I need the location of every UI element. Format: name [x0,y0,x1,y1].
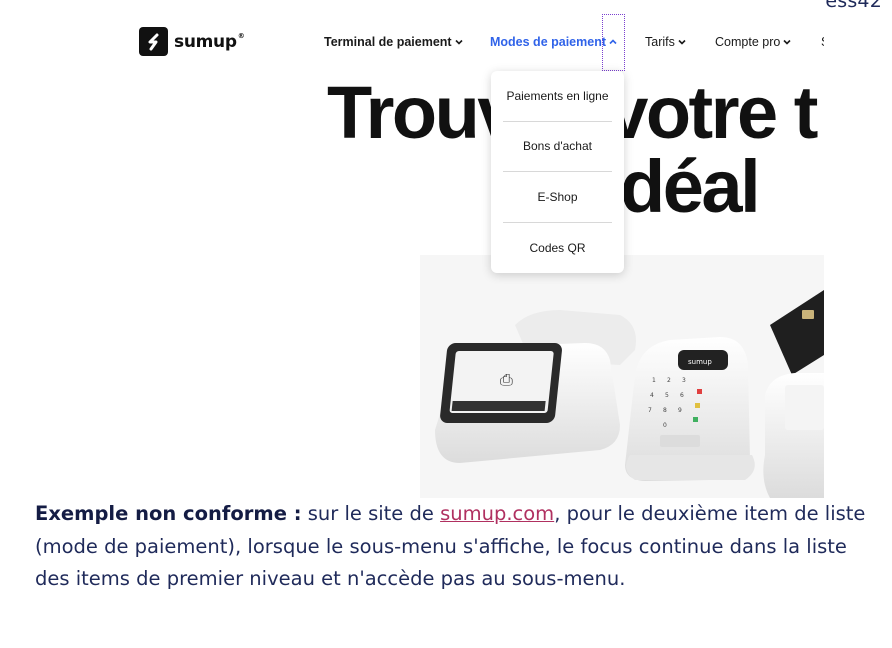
hero-title-line-2: idéal [602,145,761,228]
nav-label: S [821,35,824,49]
chevron-down-icon [455,39,463,45]
svg-text:2: 2 [667,377,671,384]
caption-text-before-link: sur le site de [301,502,441,525]
svg-text:7: 7 [648,407,652,414]
example-caption: Exemple non conforme : sur le site de su… [35,498,880,596]
submenu-item-e-shop[interactable]: E-Shop [503,172,612,223]
svg-text:0: 0 [663,422,667,429]
submenu-item-paiements-en-ligne[interactable]: Paiements en ligne [503,71,612,122]
svg-text:8: 8 [663,407,667,414]
sumup-logo-icon [139,27,168,56]
product-image: ⎙ sumup 1 2 3 4 5 6 7 8 9 0 [420,255,824,498]
keyboard-focus-indicator [602,14,625,71]
nav-label: Terminal de paiement [324,35,452,49]
svg-text:4: 4 [650,392,654,399]
sumup-link[interactable]: sumup.com [440,502,554,525]
submenu-item-bons-d-achat[interactable]: Bons d'achat [503,122,612,172]
svg-text:1: 1 [652,377,656,384]
svg-text:5: 5 [665,392,669,399]
nav-modes-de-paiement[interactable]: Modes de paiement [490,35,617,49]
submenu-modes-de-paiement: Paiements en ligne Bons d'achat E-Shop C… [491,71,624,273]
svg-text:3: 3 [682,377,686,384]
svg-text:9: 9 [678,407,682,414]
chevron-down-icon [783,39,791,45]
sumup-logo[interactable]: sumup® [139,27,245,56]
nav-label: Compte pro [715,35,781,49]
svg-text:⎙: ⎙ [500,370,513,389]
nav-compte-pro[interactable]: Compte pro [715,35,791,49]
nav-label: Tarifs [645,35,675,49]
nav-label: Modes de paiement [490,35,606,49]
svg-text:6: 6 [680,392,684,399]
reader-screen-label: sumup [688,358,712,366]
sumup-screenshot: sumup® Terminal de paiement Modes de pai… [0,0,824,498]
caption-lead: Exemple non conforme : [35,502,302,525]
nav-item-truncated[interactable]: S [821,35,824,49]
card-terminals-illustration: ⎙ sumup 1 2 3 4 5 6 7 8 9 0 [420,255,824,498]
chevron-down-icon [678,39,686,45]
nav-terminal-de-paiement[interactable]: Terminal de paiement [324,35,463,49]
submenu-item-codes-qr[interactable]: Codes QR [503,223,612,274]
nav-tarifs[interactable]: Tarifs [645,35,686,49]
logo-wordmark: sumup® [174,31,245,52]
